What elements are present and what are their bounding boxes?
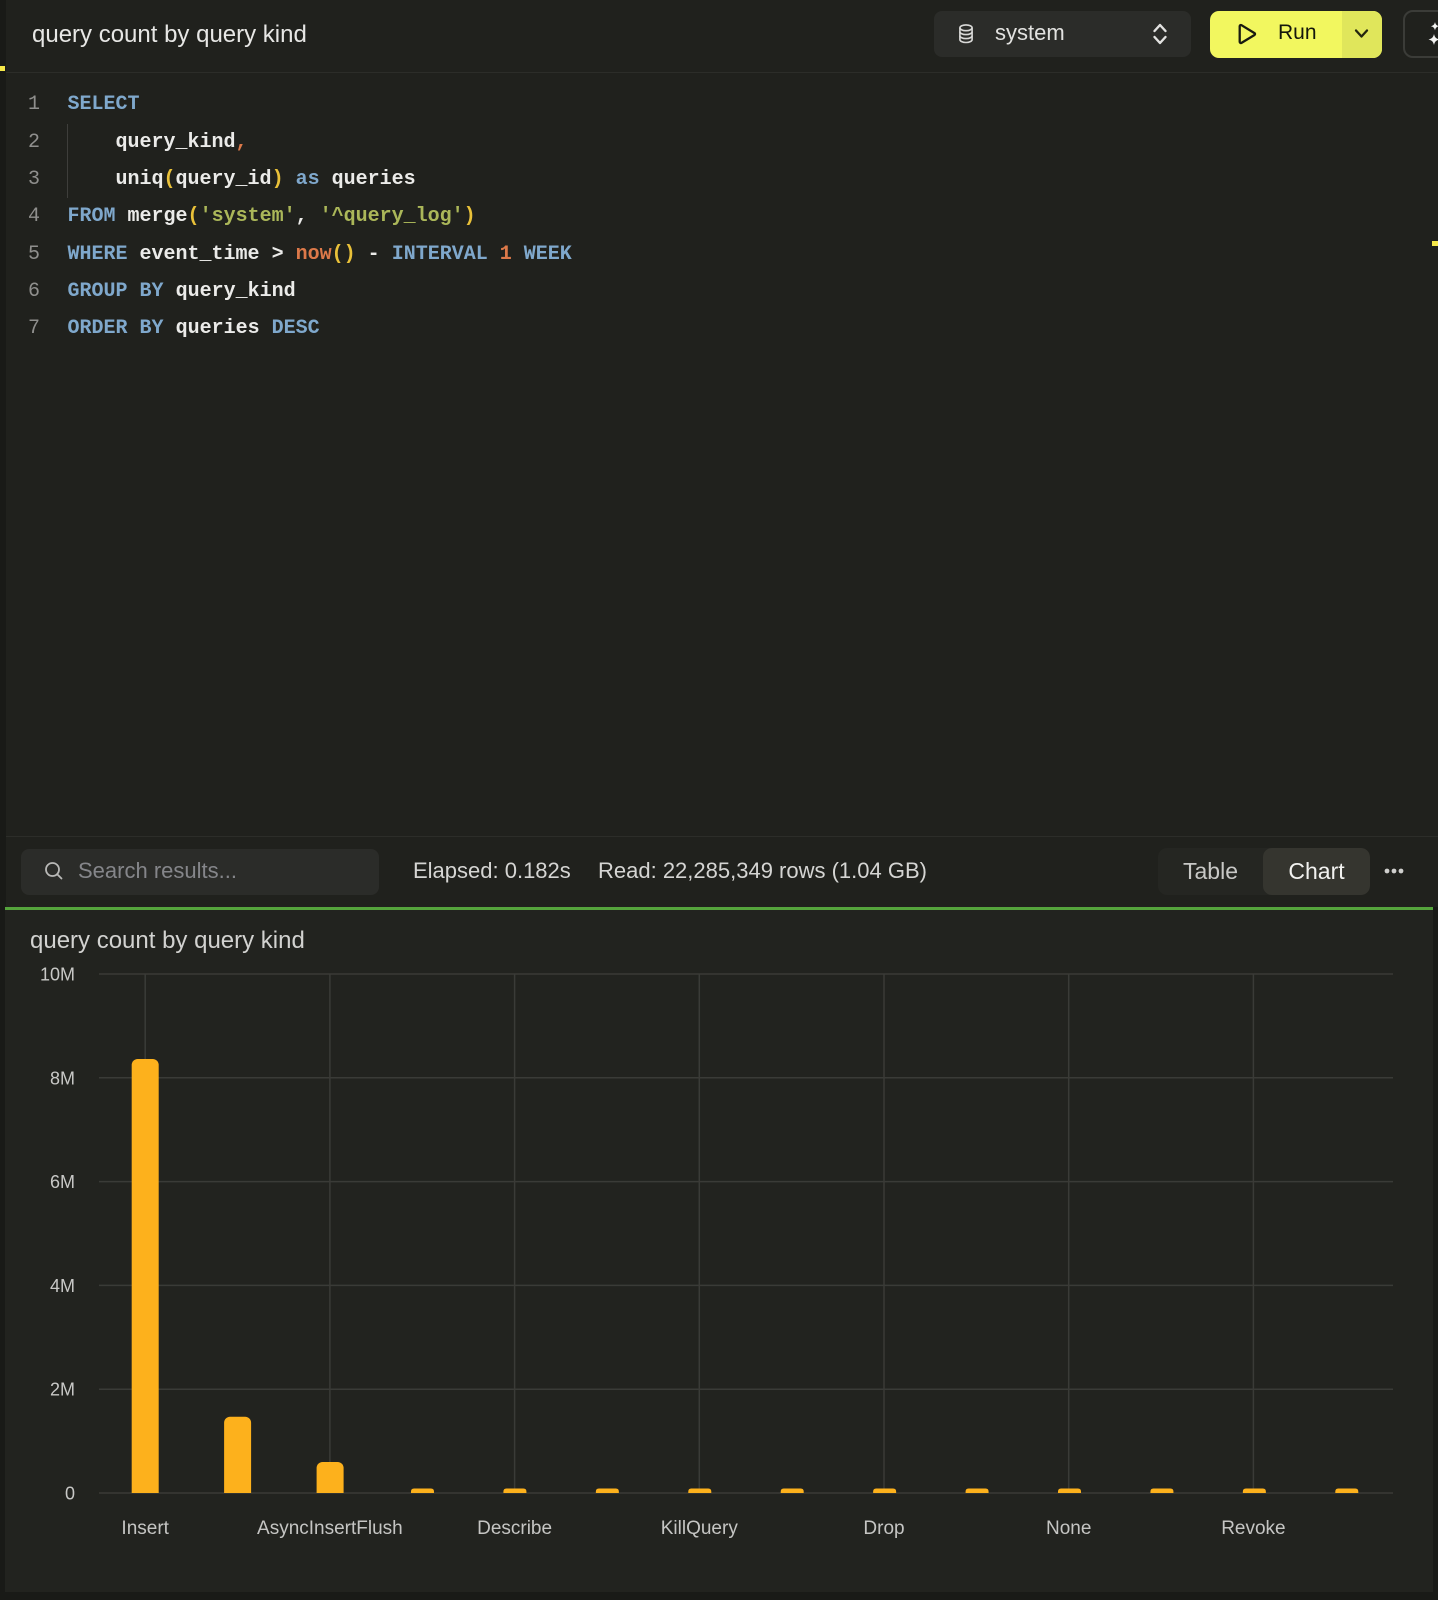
svg-text:8M: 8M [50, 1068, 75, 1088]
svg-text:AsyncInsertFlush: AsyncInsertFlush [257, 1518, 403, 1539]
svg-text:4M: 4M [50, 1276, 75, 1296]
svg-text:2M: 2M [50, 1380, 75, 1400]
svg-text:KillQuery: KillQuery [661, 1518, 739, 1539]
svg-text:query count by query kind: query count by query kind [30, 927, 305, 954]
svg-text:Describe: Describe [477, 1518, 552, 1539]
svg-text:10M: 10M [40, 965, 75, 985]
svg-text:6M: 6M [50, 1172, 75, 1192]
svg-text:Insert: Insert [121, 1518, 169, 1539]
svg-text:Drop: Drop [863, 1518, 904, 1539]
svg-text:Revoke: Revoke [1221, 1518, 1285, 1539]
svg-text:None: None [1046, 1518, 1091, 1539]
svg-text:0: 0 [65, 1484, 75, 1504]
